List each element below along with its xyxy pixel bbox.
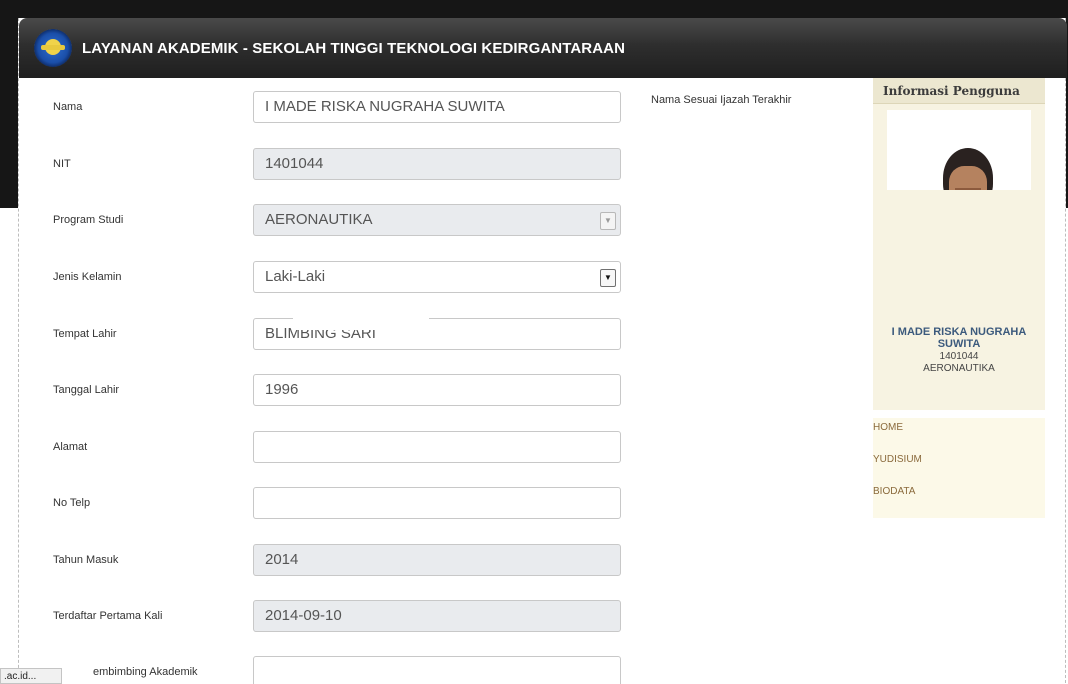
label-jenis-kelamin: Jenis Kelamin bbox=[53, 271, 122, 283]
main-frame: LAYANAN AKADEMIK - SEKOLAH TINGGI TEKNOL… bbox=[18, 18, 1067, 684]
tanggal-lahir-input[interactable]: 1996 bbox=[253, 374, 621, 406]
sidebar-item-biodata[interactable]: BIODATA bbox=[873, 486, 1045, 518]
form-row-nit: NIT 1401044 bbox=[19, 148, 849, 182]
label-pembimbing: embimbing Akademik bbox=[93, 666, 198, 678]
label-program-studi: Program Studi bbox=[53, 214, 124, 226]
user-info-panel: I MADE RISKA NUGRAHA SUWITA 1401044 AERO… bbox=[873, 104, 1045, 410]
sidebar-item-yudisium[interactable]: YUDISIUM bbox=[873, 454, 1045, 486]
user-nit: 1401044 bbox=[939, 351, 979, 362]
status-bar-url: .ac.id... bbox=[0, 668, 62, 684]
autocomplete-overlay bbox=[293, 318, 429, 330]
chevron-down-icon: ▼ bbox=[600, 212, 616, 230]
user-name: I MADE RISKA NUGRAHA SUWITA bbox=[891, 326, 1027, 350]
label-alamat: Alamat bbox=[53, 441, 88, 453]
user-photo-neck bbox=[955, 188, 981, 190]
nit-input[interactable]: 1401044 bbox=[253, 148, 621, 180]
label-tahun-masuk: Tahun Masuk bbox=[53, 554, 119, 566]
form-row-terdaftar: Terdaftar Pertama Kali 2014-09-10 bbox=[19, 600, 849, 634]
form-row-tanggal-lahir: Tanggal Lahir 1996 bbox=[19, 374, 849, 408]
label-nit: NIT bbox=[53, 158, 71, 170]
user-photo-face bbox=[949, 166, 987, 190]
sidebar-item-home[interactable]: HOME bbox=[873, 422, 1045, 454]
info-pengguna-title: Informasi Pengguna bbox=[873, 78, 1045, 104]
tahun-masuk-input[interactable]: 2014 bbox=[253, 544, 621, 576]
program-studi-select[interactable]: AERONAUTIKA ▼ bbox=[253, 204, 621, 236]
label-nama: Nama bbox=[53, 101, 83, 113]
jenis-kelamin-value: Laki-Laki bbox=[265, 268, 326, 285]
sidebar: Informasi Pengguna I MADE RISKA NUGRAHA … bbox=[873, 78, 1045, 518]
jenis-kelamin-select[interactable]: Laki-Laki ▼ bbox=[253, 261, 621, 293]
label-terdaftar: Terdaftar Pertama Kali bbox=[53, 610, 163, 622]
pembimbing-input[interactable] bbox=[253, 656, 621, 684]
nama-input[interactable]: I MADE RISKA NUGRAHA SUWITA bbox=[253, 91, 621, 123]
label-tempat-lahir: Tempat Lahir bbox=[53, 328, 117, 340]
label-no-telp: No Telp bbox=[53, 497, 91, 509]
form-row-pembimbing: embimbing Akademik bbox=[19, 656, 849, 684]
nama-hint: Nama Sesuai Ijazah Terakhir bbox=[651, 94, 792, 106]
user-photo bbox=[887, 110, 1031, 190]
terdaftar-input[interactable]: 2014-09-10 bbox=[253, 600, 621, 632]
app-title: LAYANAN AKADEMIK - SEKOLAH TINGGI TEKNOL… bbox=[82, 39, 626, 57]
chevron-down-icon[interactable]: ▼ bbox=[600, 269, 616, 287]
institution-logo-icon bbox=[34, 29, 72, 67]
alamat-input[interactable] bbox=[253, 431, 621, 463]
no-telp-input[interactable] bbox=[253, 487, 621, 519]
form-row-tahun-masuk: Tahun Masuk 2014 bbox=[19, 544, 849, 578]
form-row-tempat-lahir: Tempat Lahir BLIMBING SARI bbox=[19, 318, 849, 352]
form-row-program-studi: Program Studi AERONAUTIKA ▼ bbox=[19, 204, 849, 238]
program-studi-value: AERONAUTIKA bbox=[265, 211, 373, 228]
app-header: LAYANAN AKADEMIK - SEKOLAH TINGGI TEKNOL… bbox=[19, 18, 1067, 78]
form-row-alamat: Alamat bbox=[19, 431, 849, 465]
form-row-no-telp: No Telp bbox=[19, 487, 849, 521]
user-prodi: AERONAUTIKA bbox=[923, 363, 995, 374]
label-tanggal-lahir: Tanggal Lahir bbox=[53, 384, 120, 396]
form-row-jenis-kelamin: Jenis Kelamin Laki-Laki ▼ bbox=[19, 261, 849, 295]
sidebar-menu: HOME YUDISIUM BIODATA bbox=[873, 418, 1045, 518]
